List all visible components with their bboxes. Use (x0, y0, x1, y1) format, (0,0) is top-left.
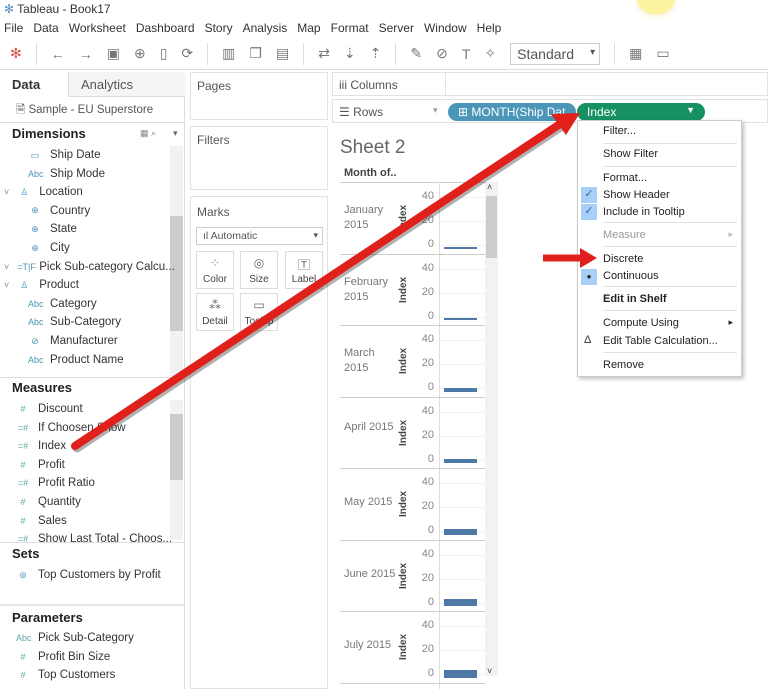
arrow-line (71, 120, 564, 450)
discrete-arrow-head-icon (580, 248, 597, 268)
annotation-arrows (71, 113, 597, 453)
